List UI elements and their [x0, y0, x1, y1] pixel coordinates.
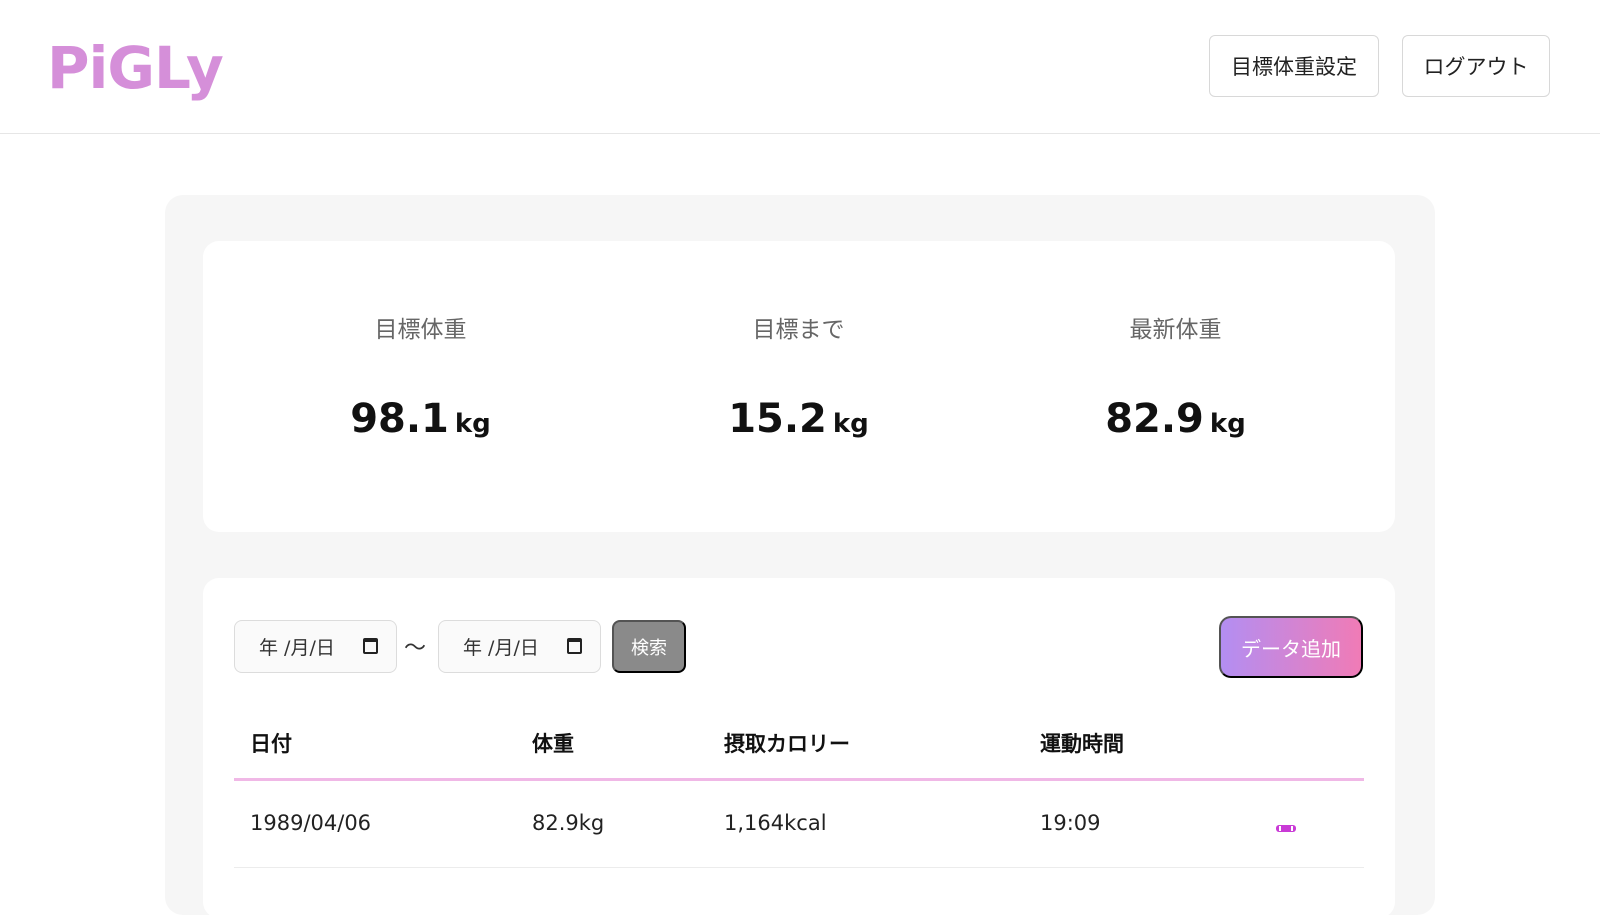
- column-header-weight: 体重: [532, 732, 574, 756]
- records-panel: 年 /月/日 〜 年 /月/日 検索 データ追加 日付 体重 摂取カロリー 運動…: [203, 578, 1395, 918]
- column-header-calories: 摂取カロリー: [724, 732, 850, 756]
- to-goal-unit: kg: [832, 409, 869, 439]
- edit-icon[interactable]: [1276, 825, 1296, 832]
- column-header-exercise: 運動時間: [1040, 732, 1124, 756]
- to-goal-value-row: 15.2 kg: [610, 396, 987, 442]
- row-weight: 82.9kg: [532, 811, 605, 835]
- latest-weight-label: 最新体重: [1129, 317, 1222, 343]
- add-data-button[interactable]: データ追加: [1219, 616, 1363, 678]
- date-from-placeholder: 年 /月/日: [259, 637, 335, 659]
- row-date: 1989/04/06: [250, 811, 372, 835]
- column-header-date: 日付: [250, 732, 292, 756]
- row-calories: 1,164kcal: [724, 811, 827, 835]
- goal-weight-value-row: 98.1 kg: [232, 396, 609, 442]
- latest-weight-value: 82.9: [1105, 396, 1204, 442]
- goal-weight-unit: kg: [454, 409, 491, 439]
- goal-weight-settings-button[interactable]: 目標体重設定: [1209, 35, 1379, 97]
- date-to-input[interactable]: 年 /月/日: [438, 620, 601, 673]
- latest-weight-unit: kg: [1209, 409, 1246, 439]
- row-divider: [234, 867, 1364, 868]
- goal-weight-value: 98.1: [350, 396, 449, 442]
- date-range-separator: 〜: [404, 636, 427, 661]
- table-header-divider: [234, 778, 1364, 781]
- to-goal-value: 15.2: [728, 396, 827, 442]
- to-goal-label: 目標まで: [752, 317, 845, 343]
- calendar-icon[interactable]: [363, 638, 378, 654]
- app-header: PiGLy 目標体重設定 ログアウト: [0, 0, 1600, 134]
- latest-weight-value-row: 82.9 kg: [987, 396, 1364, 442]
- logout-button[interactable]: ログアウト: [1402, 35, 1550, 97]
- date-to-placeholder: 年 /月/日: [463, 637, 539, 659]
- row-exercise: 19:09: [1040, 811, 1101, 835]
- goal-weight-label: 目標体重: [374, 317, 467, 343]
- app-logo[interactable]: PiGLy: [47, 34, 224, 102]
- calendar-icon[interactable]: [567, 638, 582, 654]
- weight-summary-card: 目標体重 98.1 kg 目標まで 15.2 kg 最新体重 82.9 kg: [203, 241, 1395, 532]
- search-button[interactable]: 検索: [612, 620, 686, 673]
- date-from-input[interactable]: 年 /月/日: [234, 620, 397, 673]
